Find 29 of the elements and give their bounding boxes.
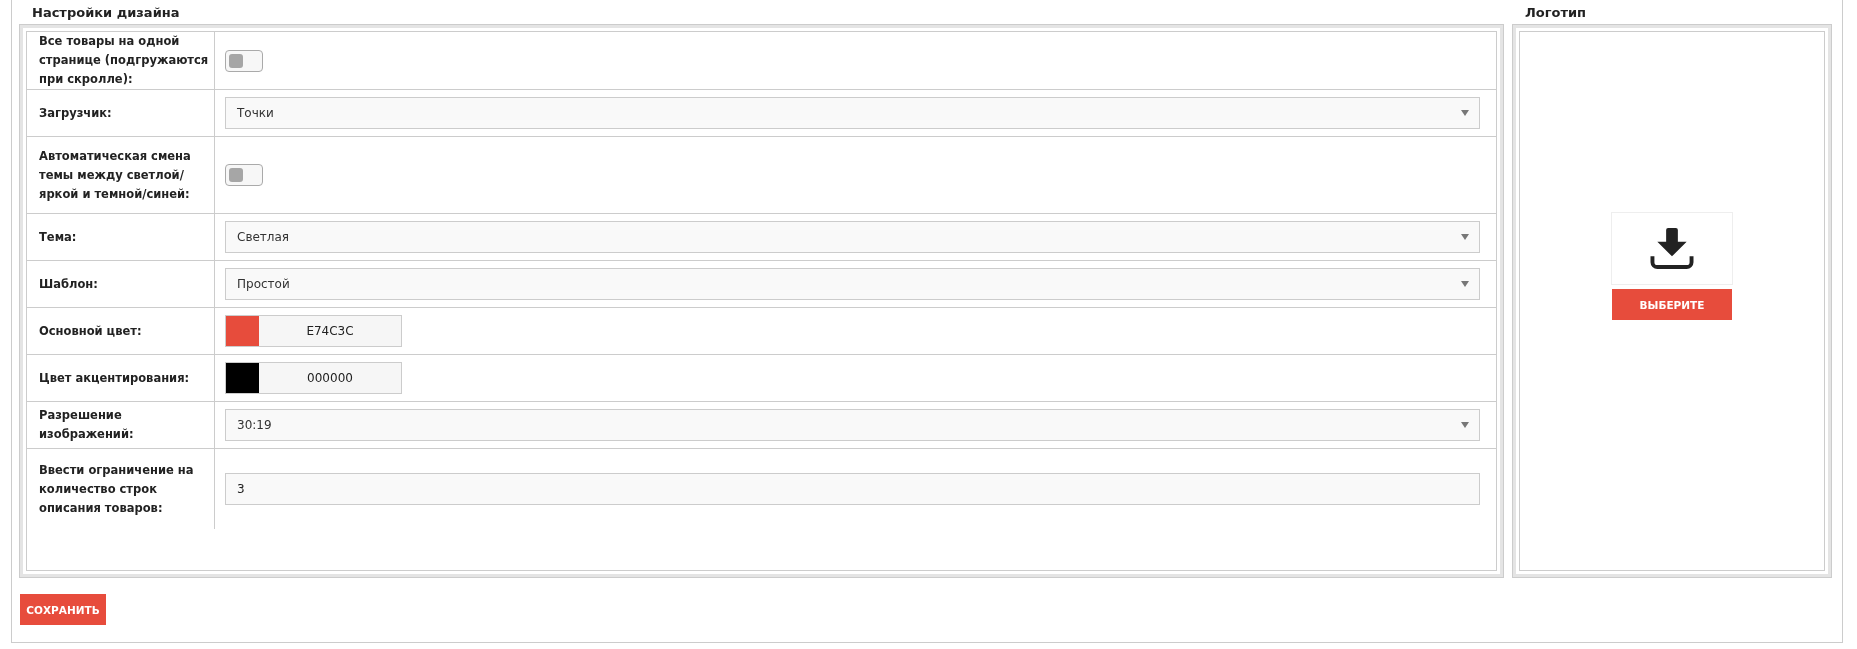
section-title: Настройки дизайна <box>31 4 181 22</box>
setting-label: Разрешение изображений: <box>27 402 215 448</box>
toggle-switch[interactable] <box>225 164 263 186</box>
color-swatch[interactable] <box>226 363 259 393</box>
setting-label: Основной цвет: <box>27 308 215 354</box>
setting-label: Загрузчик: <box>27 90 215 136</box>
caret-icon <box>1461 422 1469 428</box>
setting-label: Шаблон: <box>27 261 215 307</box>
section-title: Логотип <box>1524 4 1588 22</box>
setting-label: Цвет акцентирования: <box>27 355 215 401</box>
color-field[interactable]: E74C3C <box>225 315 402 347</box>
caret-icon <box>1461 234 1469 240</box>
dropdown[interactable]: Светлая <box>225 221 1480 253</box>
caret-icon <box>1461 281 1469 287</box>
setting-label: Автоматическая смена темы между светлой/яркой и темной/синей: <box>27 137 215 213</box>
setting-label: Ввести ограничение на количество строк описания товаров: <box>27 449 215 529</box>
dropdown[interactable]: 30:19 <box>225 409 1480 441</box>
dropdown[interactable]: Точки <box>225 97 1480 129</box>
dropdown[interactable]: Простой <box>225 268 1480 300</box>
toggle-switch[interactable] <box>225 49 263 72</box>
save-button[interactable]: СОХРАНИТЬ <box>20 594 106 625</box>
download-icon <box>1650 227 1694 270</box>
choose-button[interactable]: ВЫБЕРИТЕ <box>1612 289 1732 320</box>
setting-label: Все товары на одной странице (подгружаются при скролле): <box>27 32 215 89</box>
caret-icon <box>1461 110 1469 116</box>
color-swatch[interactable] <box>226 316 259 346</box>
input-field[interactable]: 3 <box>225 473 1480 505</box>
color-field[interactable]: 000000 <box>225 362 402 394</box>
setting-label: Тема: <box>27 214 215 260</box>
